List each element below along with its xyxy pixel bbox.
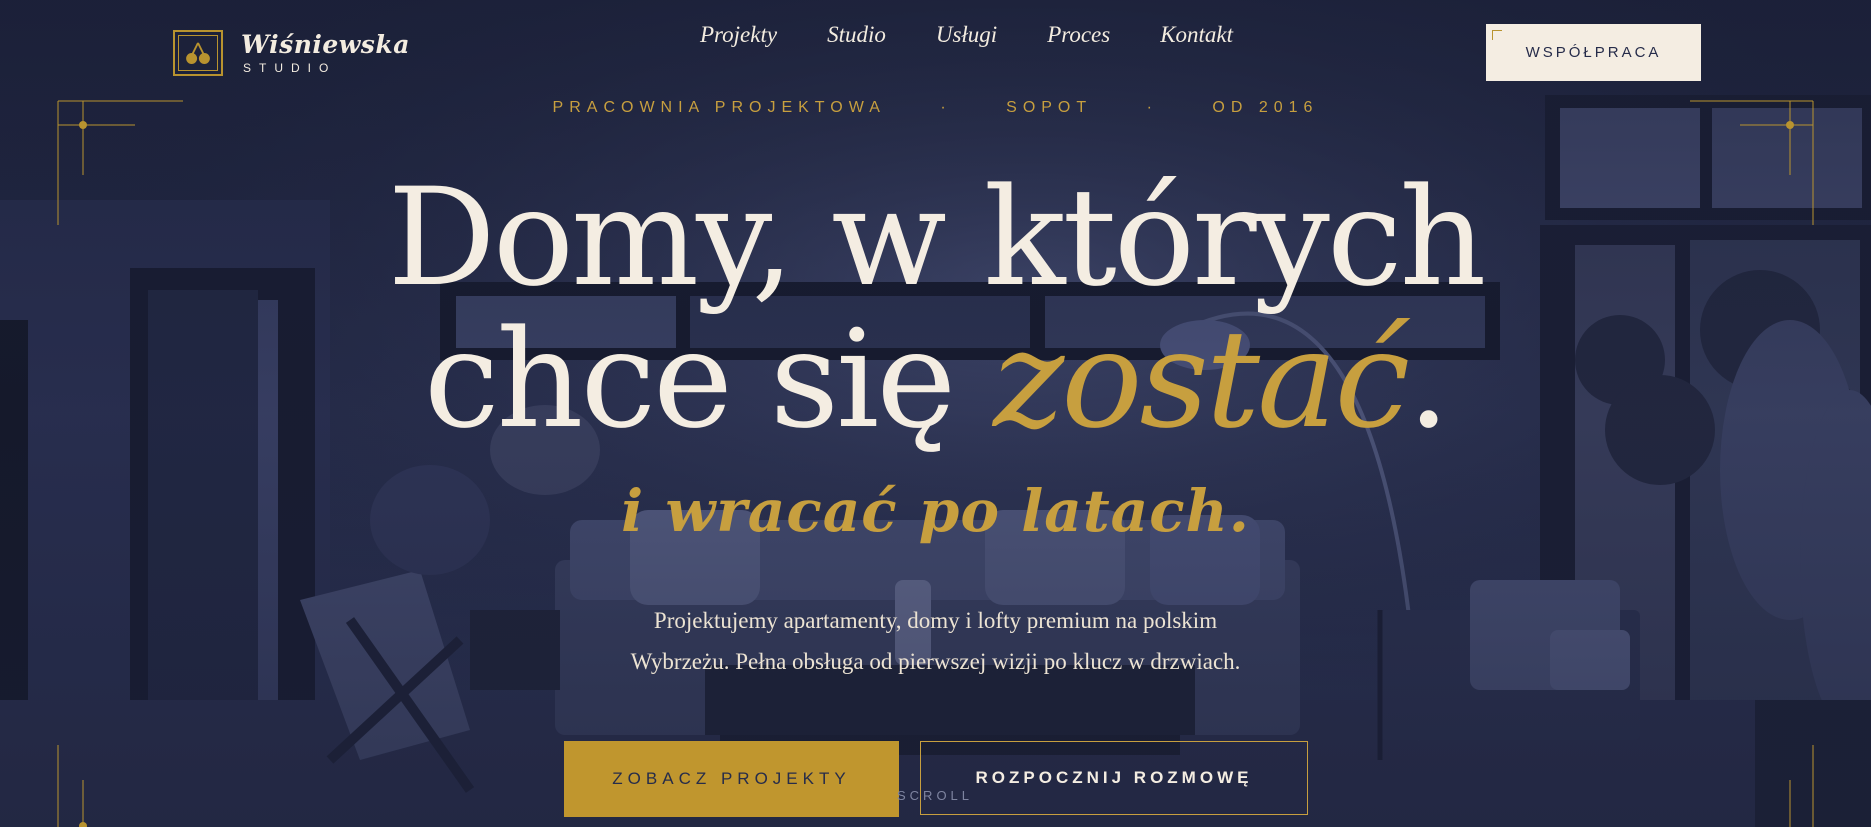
cherry-icon xyxy=(186,42,210,64)
cooperation-button[interactable]: WSPÓŁPRACA xyxy=(1486,24,1701,81)
headline-accent-word: zostać xyxy=(993,301,1410,458)
nav-item-proces[interactable]: Proces xyxy=(1047,22,1110,48)
headline-script-line: i wracać po latach. xyxy=(621,477,1250,545)
headline-line-2: chce się zostać. xyxy=(0,312,1871,447)
description-line-2: Wybrzeżu. Pełna obsługa od pierwszej wiz… xyxy=(630,649,1241,674)
view-projects-button[interactable]: ZOBACZ PROJEKTY xyxy=(564,741,899,817)
logo-frame xyxy=(173,30,223,76)
headline-line-2-text: chce się xyxy=(423,301,994,458)
headline-line-1: Domy, w których xyxy=(387,159,1487,316)
nav-item-uslugi[interactable]: Usługi xyxy=(936,22,997,48)
brand-subtitle: STUDIO xyxy=(243,60,337,75)
brand-name: Wiśniewska xyxy=(241,29,410,59)
eyebrow-studio-type: PRACOWNIA PROJEKTOWA xyxy=(552,99,886,116)
nav-item-studio[interactable]: Studio xyxy=(827,22,886,48)
nav-item-projekty[interactable]: Projekty xyxy=(700,22,777,48)
scroll-hint[interactable]: SCROLL xyxy=(897,788,973,803)
nav-item-kontakt[interactable]: Kontakt xyxy=(1160,22,1233,48)
hero-section: Wiśniewska STUDIO Projekty Studio Usługi… xyxy=(0,0,1871,827)
eyebrow-city: SOPOT xyxy=(1006,99,1093,116)
eyebrow-since: OD 2016 xyxy=(1212,99,1319,116)
start-conversation-button[interactable]: ROZPOCZNIJ ROZMOWĘ xyxy=(920,741,1308,815)
brand-text: Wiśniewska STUDIO xyxy=(241,32,410,75)
eyebrow-separator: · xyxy=(940,99,952,116)
eyebrow-separator: · xyxy=(1146,99,1158,116)
hero-description: Projektujemy apartamenty, domy i lofty p… xyxy=(0,600,1871,682)
headline-period: . xyxy=(1407,301,1450,458)
brand-logo[interactable]: Wiśniewska STUDIO xyxy=(173,30,410,76)
hero-eyebrow: PRACOWNIA PROJEKTOWA · SOPOT · OD 2016 xyxy=(0,99,1871,117)
main-nav: Projekty Studio Usługi Proces Kontakt xyxy=(700,22,1233,48)
description-line-1: Projektujemy apartamenty, domy i lofty p… xyxy=(653,608,1218,633)
